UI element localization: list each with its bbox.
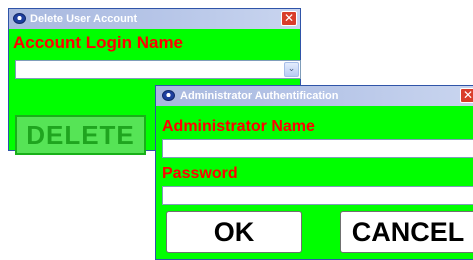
account-login-name-label: Account Login Name	[13, 33, 184, 52]
app-logo-icon	[162, 90, 175, 101]
delete-window-title: Delete User Account	[30, 13, 138, 25]
password-input[interactable]	[162, 186, 473, 205]
account-login-name-dropdown[interactable]: ⌄	[15, 60, 301, 79]
auth-window-titlebar[interactable]: Administrator Authentification ✕	[156, 86, 473, 106]
password-label: Password	[162, 165, 238, 182]
ok-button[interactable]: OK	[166, 211, 302, 253]
administrator-name-label: Administrator Name	[162, 118, 315, 135]
delete-window-close-button[interactable]: ✕	[281, 11, 297, 26]
chevron-down-icon[interactable]: ⌄	[284, 62, 299, 77]
app-logo-icon	[13, 13, 26, 24]
auth-window-close-button[interactable]: ✕	[460, 88, 473, 103]
administrator-authentication-window: Administrator Authentification ✕ Adminis…	[155, 85, 473, 260]
cancel-button[interactable]: CANCEL	[340, 211, 473, 253]
delete-window-titlebar[interactable]: Delete User Account ✕	[9, 9, 300, 29]
auth-window-title: Administrator Authentification	[180, 90, 339, 102]
administrator-name-input[interactable]	[162, 139, 473, 158]
delete-button[interactable]: DELETE	[15, 115, 146, 155]
